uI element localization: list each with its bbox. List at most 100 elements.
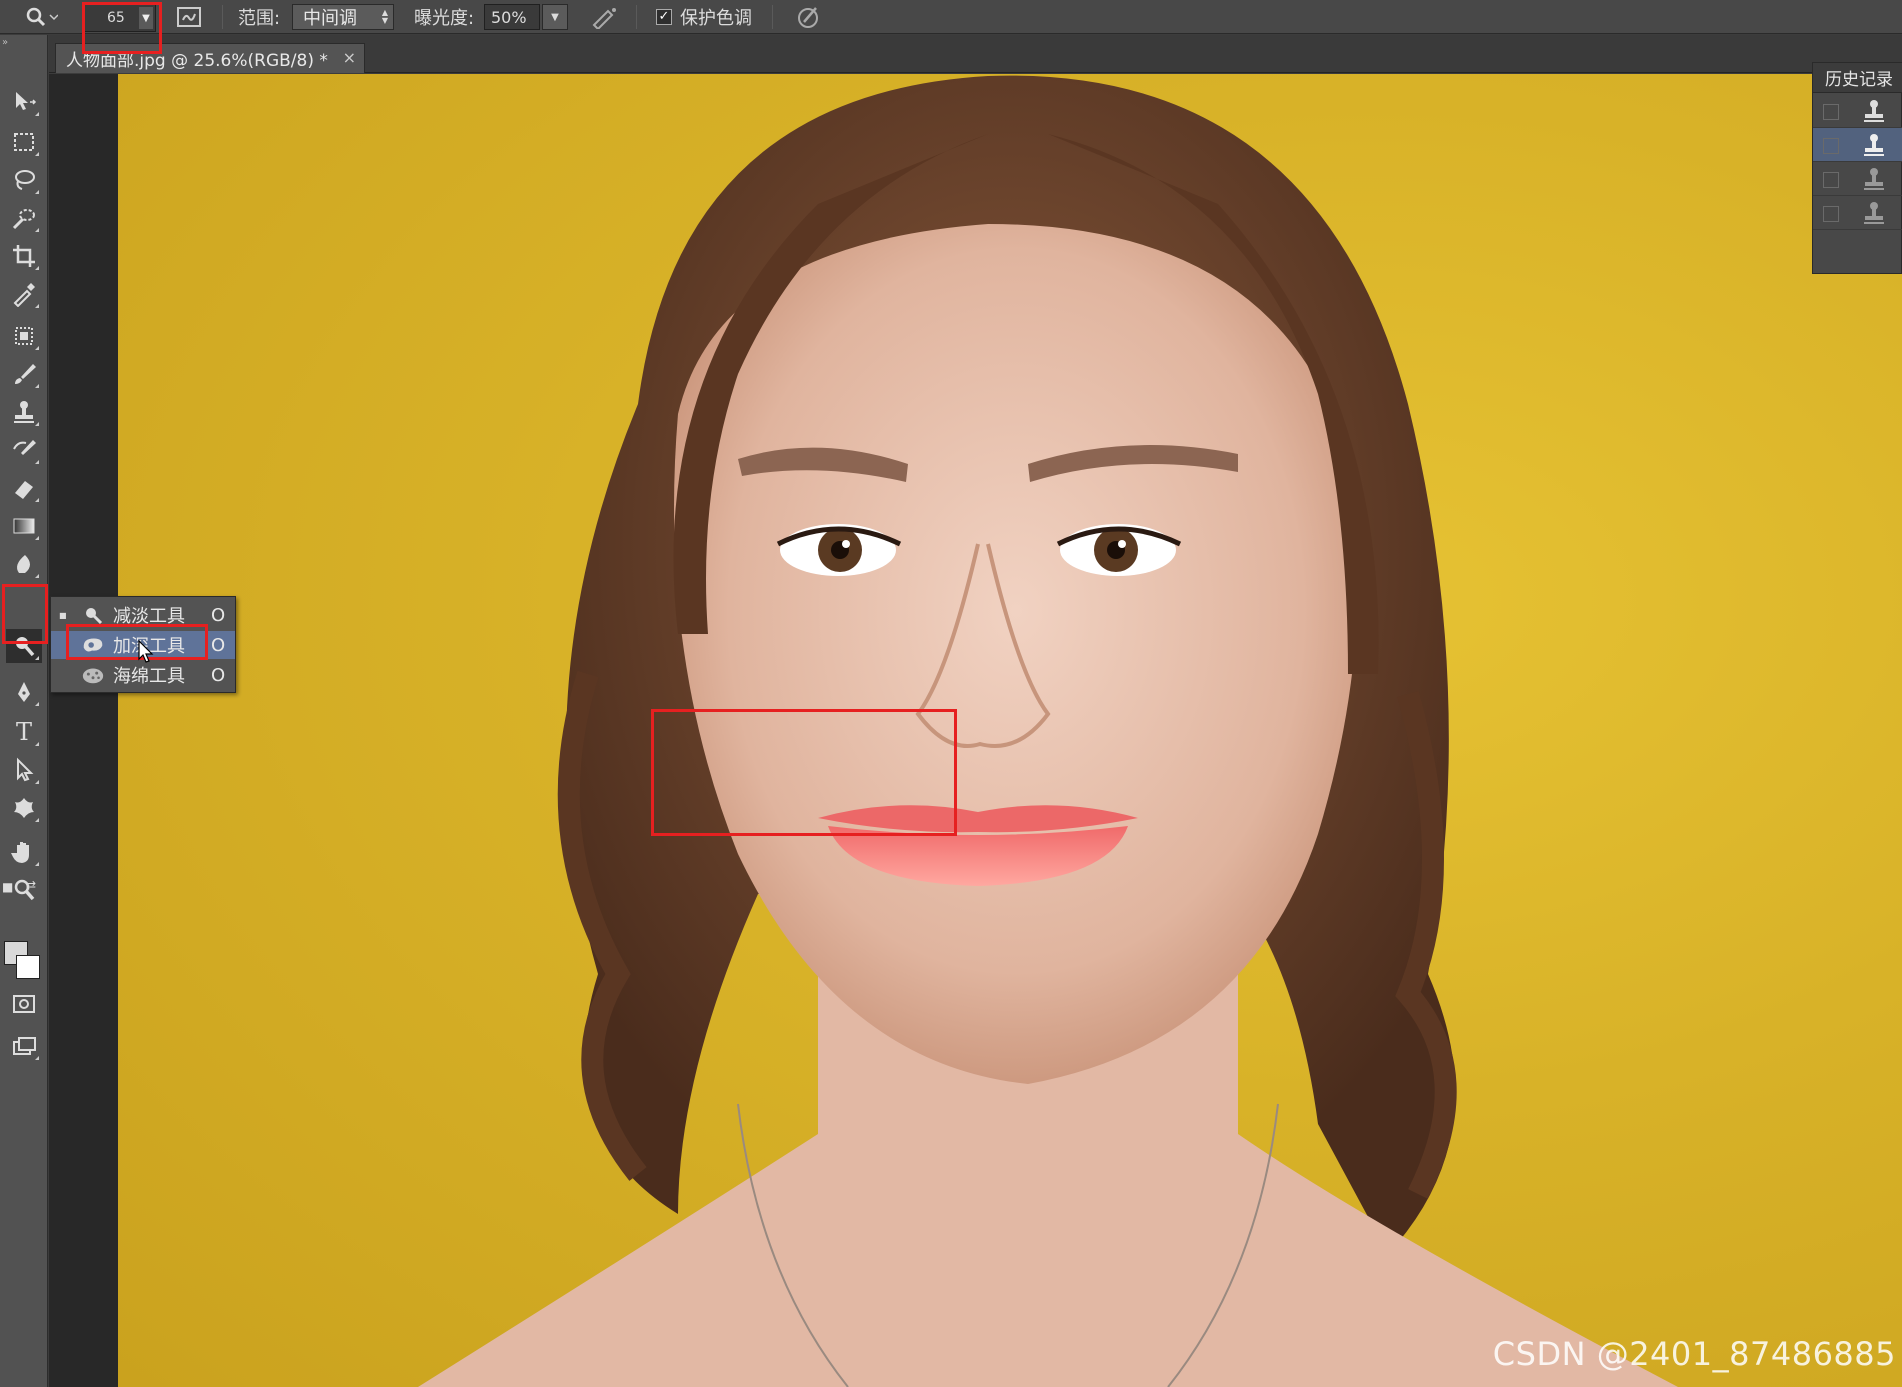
airbrush-button[interactable]: [590, 0, 620, 34]
eraser-tool[interactable]: [6, 471, 42, 505]
separator: [772, 5, 773, 29]
history-panel: 历史记录: [1812, 62, 1902, 274]
mouse-cursor-icon: [138, 640, 154, 663]
background-color-swatch[interactable]: [16, 955, 40, 979]
brush-tool[interactable]: [6, 357, 42, 391]
airbrush-icon: [592, 8, 616, 29]
gradient-icon: [13, 518, 35, 534]
lips-highlight-box: [651, 709, 957, 836]
chevron-down-icon: ▼: [551, 11, 559, 23]
exposure-dropdown-button[interactable]: ▼: [542, 4, 568, 30]
swap-colors-icon[interactable]: ⇄: [26, 878, 36, 892]
marquee-tool[interactable]: [6, 125, 42, 159]
active-bullet: ■: [59, 610, 67, 620]
collapse-icon[interactable]: »: [2, 37, 8, 48]
document-canvas[interactable]: [118, 74, 1902, 1387]
history-brush-tool[interactable]: [6, 433, 42, 467]
quick-mask-button[interactable]: [6, 987, 42, 1021]
history-row[interactable]: [1813, 94, 1902, 128]
history-row[interactable]: [1813, 128, 1902, 162]
eraser-icon: [15, 481, 33, 499]
protect-tones-label: 保护色调: [680, 8, 752, 29]
history-source-checkbox[interactable]: [1823, 172, 1839, 188]
pasteboard: [49, 74, 118, 1387]
document-tab-strip: 人物面部.jpg @ 25.6%(RGB/8) * ×: [49, 35, 1902, 73]
path-select-tool[interactable]: [6, 753, 42, 787]
type-tool[interactable]: T: [6, 715, 42, 749]
clone-stamp-icon: [1864, 168, 1884, 190]
burn-tool-highlight-box: [66, 624, 208, 660]
exposure-input[interactable]: 50%: [484, 4, 540, 30]
protect-tones-checkbox[interactable]: ✓ 保护色调: [656, 0, 752, 34]
brush-size-highlight-box: [82, 2, 162, 54]
clone-stamp-icon: [1864, 134, 1884, 156]
custom-shape-tool[interactable]: [6, 791, 42, 825]
quick-mask-icon: [13, 995, 35, 1013]
healing-icon: [15, 327, 33, 345]
crop-tool[interactable]: [6, 239, 42, 273]
dodge-tool-highlight-box: [2, 584, 48, 644]
brush-panel-button[interactable]: [176, 0, 202, 34]
pressure-size-button[interactable]: [794, 0, 824, 34]
brush-panel-icon: [177, 7, 201, 27]
custom-shape-icon: [14, 798, 34, 818]
marquee-icon: [14, 133, 34, 151]
history-source-checkbox[interactable]: [1823, 138, 1839, 154]
options-bar: 65 ▼ 范围: 中间调 ▲ ▼ 曝光度: 50% ▼ ✓ 保护色调: [0, 0, 1902, 34]
checkbox-box[interactable]: ✓: [656, 9, 672, 25]
quick-select-icon: [12, 209, 35, 230]
pressure-icon: [798, 7, 818, 28]
tools-panel: » T ■ ⇄: [0, 35, 48, 1387]
lasso-tool[interactable]: [6, 163, 42, 197]
sponge-icon: [82, 668, 104, 684]
range-select[interactable]: 中间调 ▲ ▼: [292, 4, 394, 30]
blur-icon: [17, 555, 30, 573]
gradient-tool[interactable]: [6, 509, 42, 543]
dodge-icon: [86, 608, 103, 625]
crop-icon: [13, 245, 35, 267]
flyout-item-shortcut: O: [211, 604, 226, 626]
hand-tool[interactable]: [6, 835, 42, 869]
eyedropper-tool[interactable]: [6, 277, 42, 311]
default-colors-icon[interactable]: ■: [2, 880, 13, 894]
move-tool[interactable]: [6, 85, 42, 119]
brush-icon: [15, 364, 36, 384]
history-panel-title[interactable]: 历史记录: [1813, 63, 1902, 93]
updown-icon: ▲ ▼: [381, 8, 388, 25]
separator: [636, 5, 637, 29]
separator: [222, 5, 223, 29]
move-icon: [16, 92, 37, 110]
clone-stamp-icon: [1864, 100, 1884, 122]
portrait-photo: [418, 75, 1678, 1387]
type-icon: T: [15, 718, 32, 746]
blur-tool[interactable]: [6, 547, 42, 581]
clone-stamp-tool[interactable]: [6, 395, 42, 429]
range-label: 范围:: [238, 8, 281, 29]
flyout-item-shortcut: O: [211, 664, 226, 686]
clone-stamp-icon: [1864, 202, 1884, 224]
close-icon[interactable]: ×: [343, 48, 356, 67]
history-source-checkbox[interactable]: [1823, 206, 1839, 222]
healing-tool[interactable]: [6, 319, 42, 353]
eyedropper-icon: [13, 283, 35, 307]
history-row[interactable]: [1813, 196, 1902, 230]
pen-icon: [18, 682, 30, 702]
screen-mode-icon: [13, 1037, 36, 1055]
watermark: CSDN @2401_87486885: [1492, 1335, 1896, 1373]
lasso-icon: [15, 170, 35, 190]
clone-stamp-icon: [14, 401, 34, 423]
flyout-item-sponge[interactable]: 海绵工具 O: [51, 661, 235, 689]
exposure-label: 曝光度:: [414, 8, 475, 29]
range-value: 中间调: [303, 8, 357, 29]
history-brush-icon: [13, 440, 36, 455]
history-row[interactable]: [1813, 162, 1902, 196]
path-select-icon: [17, 757, 34, 782]
pen-tool[interactable]: [6, 675, 42, 709]
history-source-checkbox[interactable]: [1823, 104, 1839, 120]
hand-icon: [11, 842, 29, 863]
tool-preset-picker[interactable]: [24, 0, 58, 34]
screen-mode-button[interactable]: [6, 1029, 42, 1063]
quick-select-tool[interactable]: [6, 201, 42, 235]
flyout-item-shortcut: O: [211, 634, 226, 656]
dodge-icon: [26, 7, 58, 27]
